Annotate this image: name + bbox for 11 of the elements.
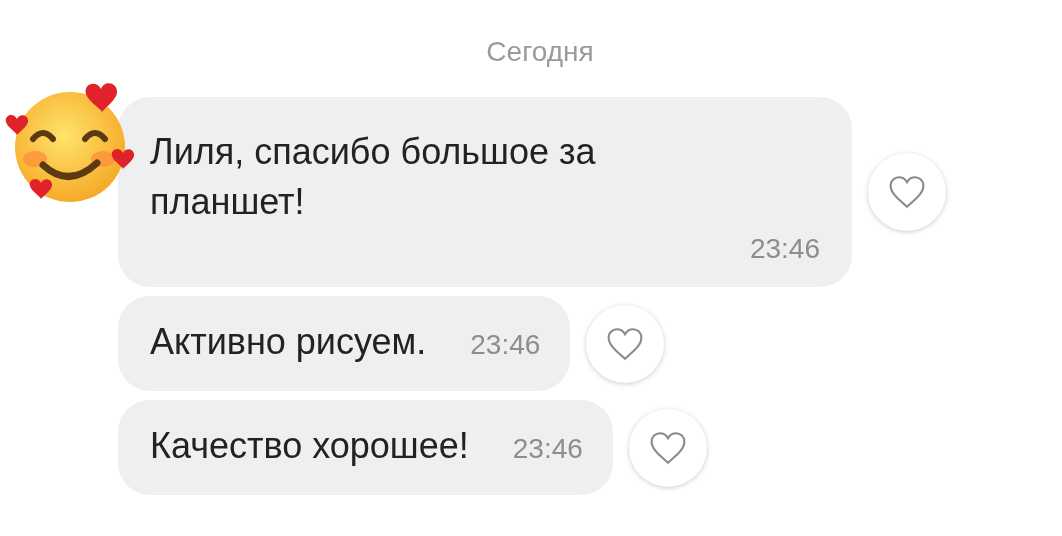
message-time: 23:46 [512, 432, 583, 466]
like-button[interactable] [628, 408, 707, 487]
like-button[interactable] [868, 153, 946, 231]
like-button[interactable] [586, 304, 665, 383]
heart-icon [887, 174, 927, 210]
date-divider: Сегодня [485, 35, 595, 68]
message-text: Качество хорошее! [150, 424, 469, 468]
message-text: Активно рисуем. [150, 320, 427, 364]
message-time: 23:46 [749, 233, 820, 265]
message-time: 23:46 [470, 328, 541, 362]
message-text: Лиля, спасибо большое за планшет! [150, 130, 597, 224]
